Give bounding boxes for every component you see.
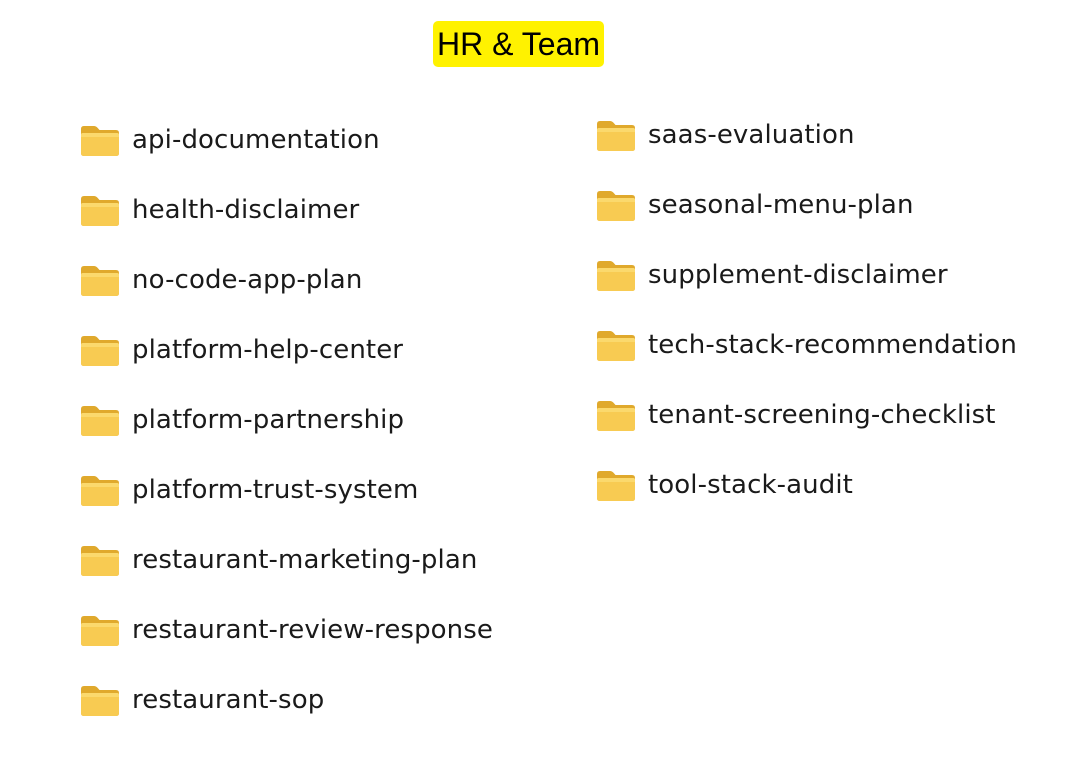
folder-column-right: saas-evaluation seasonal-menu-plan suppl… [596,100,1017,520]
folder-label: tenant-screening-checklist [648,400,996,430]
folder-item[interactable]: platform-trust-system [80,455,493,525]
folder-item[interactable]: restaurant-marketing-plan [80,525,493,595]
folder-item[interactable]: tech-stack-recommendation [596,310,1017,380]
folder-icon [596,328,636,362]
folder-label: no-code-app-plan [132,265,363,295]
folder-label: platform-help-center [132,335,404,365]
folder-label: platform-partnership [132,405,405,435]
folder-label: health-disclaimer [132,195,360,225]
folder-column-left: api-documentation health-disclaimer no-c… [80,105,493,735]
folder-item[interactable]: tenant-screening-checklist [596,380,1017,450]
folder-icon [80,543,120,577]
folder-item[interactable]: platform-help-center [80,315,493,385]
folder-icon [80,473,120,507]
folder-item[interactable]: no-code-app-plan [80,245,493,315]
folder-icon [596,468,636,502]
folder-icon [80,333,120,367]
folder-label: seasonal-menu-plan [648,190,914,220]
folder-item[interactable]: seasonal-menu-plan [596,170,1017,240]
folder-view: HR & Team api-documentation health-discl… [0,0,1080,770]
folder-item[interactable]: supplement-disclaimer [596,240,1017,310]
folder-label: api-documentation [132,125,380,155]
folder-item[interactable]: tool-stack-audit [596,450,1017,520]
folder-icon [80,123,120,157]
folder-icon [596,398,636,432]
folder-icon [596,188,636,222]
folder-label: restaurant-sop [132,685,325,715]
folder-label: supplement-disclaimer [648,260,948,290]
folder-item[interactable]: health-disclaimer [80,175,493,245]
folder-label: restaurant-review-response [132,615,494,645]
folder-item[interactable]: saas-evaluation [596,100,1017,170]
folder-icon [80,193,120,227]
folder-item[interactable]: platform-partnership [80,385,493,455]
page-title: HR & Team [433,21,605,67]
folder-item[interactable]: api-documentation [80,105,493,175]
folder-label: tech-stack-recommendation [648,330,1017,360]
folder-label: saas-evaluation [648,120,855,150]
folder-label: restaurant-marketing-plan [132,545,478,575]
folder-item[interactable]: restaurant-review-response [80,595,493,665]
folder-item[interactable]: restaurant-sop [80,665,493,735]
folder-label: platform-trust-system [132,475,419,505]
folder-icon [80,263,120,297]
folder-icon [596,118,636,152]
folder-icon [80,613,120,647]
folder-icon [596,258,636,292]
folder-icon [80,403,120,437]
folder-label: tool-stack-audit [648,470,853,500]
folder-icon [80,683,120,717]
